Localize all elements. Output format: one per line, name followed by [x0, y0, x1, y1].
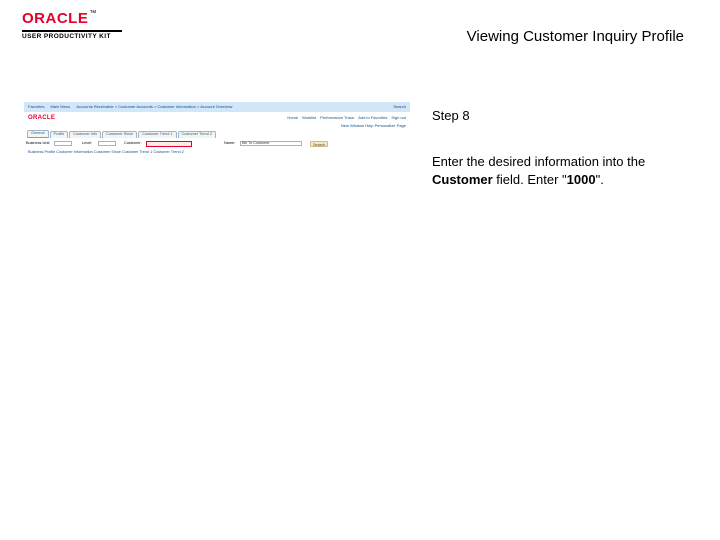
step-label: Step 8	[432, 108, 682, 123]
tab-customer-since[interactable]: Customer Since	[102, 131, 137, 138]
input-level[interactable]	[98, 141, 116, 146]
label-business-unit: Business Unit:	[26, 142, 50, 146]
input-business-unit[interactable]	[54, 141, 72, 146]
brand-logo: ORACLE™ USER PRODUCTIVITY KIT	[22, 10, 132, 40]
brand-subtitle: USER PRODUCTIVITY KIT	[22, 33, 132, 40]
tab-trend1[interactable]: Customer Trend 1	[138, 131, 176, 138]
app-screenshot: Favorites Main Menu Accounts Receivable …	[24, 102, 410, 168]
search-button[interactable]: Search	[310, 141, 328, 147]
instr-mid: field. Enter "	[493, 172, 567, 187]
label-name: Name:	[224, 142, 235, 146]
crumb-path: Accounts Receivable > Customer Accounts …	[76, 105, 232, 109]
trademark: ™	[89, 10, 96, 17]
label-level: Level:	[82, 142, 92, 146]
footer-links[interactable]: Business Profile Customer Information Cu…	[24, 150, 410, 155]
instr-post: ".	[596, 172, 604, 187]
page-title: Viewing Customer Inquiry Profile	[467, 28, 684, 45]
instruction-text: Enter the desired information into the C…	[432, 153, 682, 188]
brand-name: ORACLE	[22, 10, 88, 27]
input-customer[interactable]	[146, 141, 192, 147]
nav-signout[interactable]: Sign out	[391, 116, 406, 120]
tab-general[interactable]: General	[27, 130, 49, 138]
nav-perf-trace[interactable]: Performance Trace	[320, 116, 354, 120]
nav-worklist[interactable]: Worklist	[302, 116, 316, 120]
breadcrumb-bar: Favorites Main Menu Accounts Receivable …	[24, 102, 410, 112]
tab-profile[interactable]: Profile	[50, 131, 69, 138]
tab-customer-info[interactable]: Customer Info	[69, 131, 101, 138]
crumb-favorites[interactable]: Favorites	[28, 105, 44, 109]
instr-pre: Enter the desired information into the	[432, 154, 645, 169]
select-name-value: Bill To Customer	[242, 142, 270, 146]
label-customer: Customer:	[124, 142, 142, 146]
tab-trend2[interactable]: Customer Trend 2	[178, 131, 216, 138]
app-nav-links: Home Worklist Performance Trace Add to F…	[287, 116, 406, 120]
app-logo: ORACLE	[28, 115, 55, 121]
crumb-search[interactable]: Search	[393, 105, 406, 109]
instr-field: Customer	[432, 172, 493, 187]
nav-home[interactable]: Home	[287, 116, 298, 120]
filter-row: Business Unit: Level: Customer: Name: Bi…	[24, 140, 410, 150]
brand-divider	[22, 30, 122, 32]
nav-add-fav[interactable]: Add to Favorites	[358, 116, 387, 120]
tab-strip: General Profile Customer Info Customer S…	[24, 130, 410, 138]
crumb-main[interactable]: Main Menu	[50, 105, 70, 109]
instr-value: 1000	[567, 172, 596, 187]
header: ORACLE™ USER PRODUCTIVITY KIT Viewing Cu…	[0, 0, 720, 56]
instruction-panel: Step 8 Enter the desired information int…	[432, 108, 682, 188]
